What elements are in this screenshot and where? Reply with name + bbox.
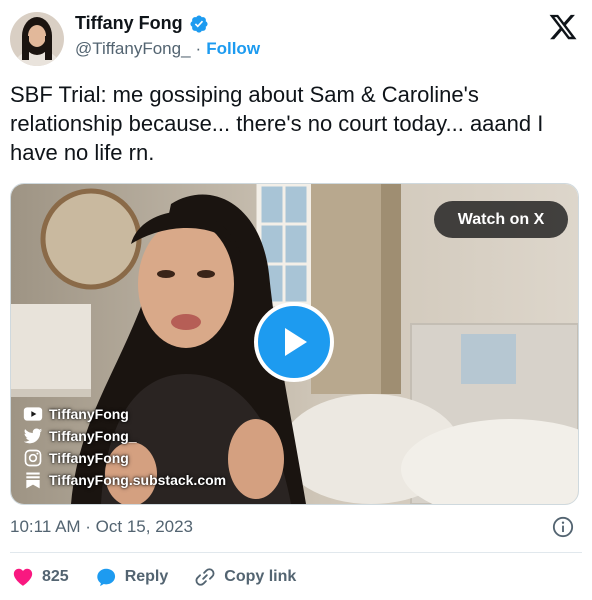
handle-separator: · — [195, 39, 202, 58]
substack-icon — [26, 472, 40, 489]
author-handle-row: @TiffanyFong_ · Follow — [75, 39, 260, 59]
info-icon[interactable] — [552, 516, 574, 538]
social-instagram: TiffanyFong — [23, 447, 226, 469]
play-icon — [285, 328, 307, 356]
like-button[interactable]: 825 — [12, 566, 69, 588]
social-label: TiffanyFong — [49, 450, 129, 466]
instagram-icon — [24, 449, 42, 467]
play-button[interactable] — [254, 302, 334, 382]
youtube-icon — [23, 407, 43, 421]
verified-badge-icon — [190, 14, 208, 33]
social-substack: TiffanyFong.substack.com — [23, 469, 226, 491]
tweet-text: SBF Trial: me gossiping about Sam & Caro… — [10, 82, 544, 165]
follow-button[interactable]: Follow — [206, 39, 260, 59]
video-player[interactable]: Watch on X TiffanyFong TiffanyFong_ Tiff… — [10, 183, 579, 505]
reply-label: Reply — [124, 568, 169, 585]
copy-link-button[interactable]: Copy link — [194, 566, 296, 588]
author-handle[interactable]: @TiffanyFong_ — [75, 39, 191, 59]
author-name-row: Tiffany Fong — [75, 13, 209, 34]
twitter-bird-icon — [23, 428, 43, 444]
tweet-actions: 825 Reply Copy link — [12, 566, 322, 588]
author-display-name[interactable]: Tiffany Fong — [75, 13, 183, 34]
reply-button[interactable]: Reply — [95, 566, 169, 588]
social-label: TiffanyFong — [49, 406, 129, 422]
tweet-embed-card: Tiffany Fong @TiffanyFong_ · Follow SBF … — [0, 0, 592, 600]
reply-bubble-icon — [96, 568, 115, 587]
copy-link-label: Copy link — [224, 568, 297, 585]
like-count: 825 — [42, 568, 69, 585]
tweet-timestamp[interactable]: 10:11 AM · Oct 15, 2023 — [10, 517, 193, 537]
link-icon — [195, 568, 215, 586]
social-youtube: TiffanyFong — [23, 403, 226, 425]
social-label: TiffanyFong_ — [49, 428, 137, 444]
social-twitter: TiffanyFong_ — [23, 425, 226, 447]
x-logo-icon[interactable] — [548, 12, 578, 42]
avatar[interactable] — [10, 12, 64, 66]
watch-on-x-button[interactable]: Watch on X — [434, 201, 568, 238]
video-social-overlay: TiffanyFong TiffanyFong_ TiffanyFong Tif… — [23, 403, 226, 491]
heart-icon — [13, 568, 33, 586]
social-label: TiffanyFong.substack.com — [49, 472, 227, 488]
divider — [10, 552, 582, 553]
